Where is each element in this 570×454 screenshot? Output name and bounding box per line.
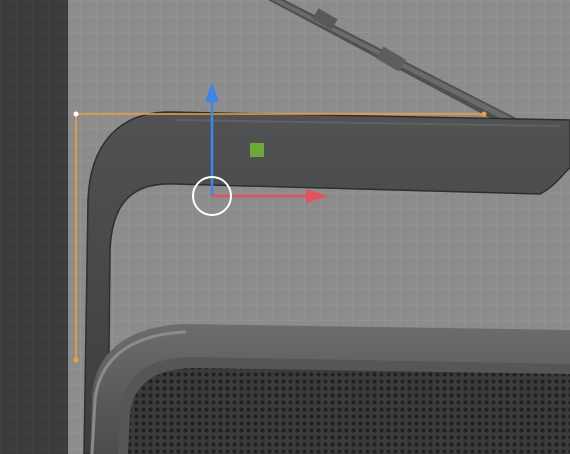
viewport-scene[interactable] [0,0,570,454]
speaker-grille [128,368,570,454]
vertex-active-handle [73,111,79,117]
3d-viewport[interactable] [0,0,570,454]
vertex-handle [73,357,79,363]
speaker-body[interactable] [90,324,570,454]
center-point-icon[interactable] [250,143,264,157]
vertex-handle [481,111,487,117]
